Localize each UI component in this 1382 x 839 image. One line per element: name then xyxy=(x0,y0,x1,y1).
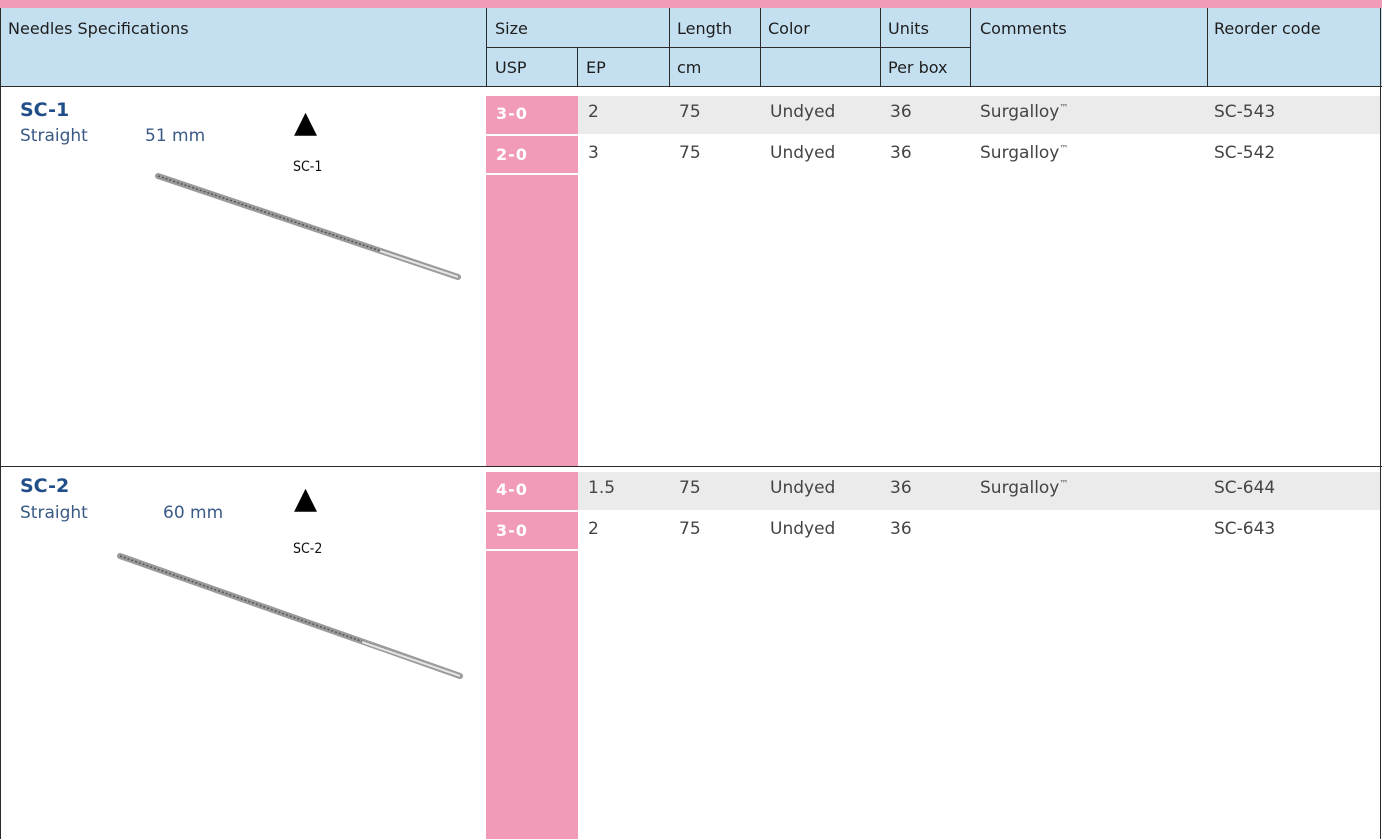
needle-shape: Straight xyxy=(20,126,88,146)
color-cell: Undyed xyxy=(770,519,836,539)
usp-cell-separator xyxy=(486,510,578,512)
ep-cell: 1.5 xyxy=(588,478,616,498)
units-cell: 36 xyxy=(890,478,912,498)
header-reorder-code: Reorder code xyxy=(1214,19,1321,38)
table-right-border xyxy=(1380,8,1381,839)
usp-cell-separator xyxy=(486,549,578,551)
table-left-border xyxy=(0,8,1,839)
header-bottom-border xyxy=(0,86,1382,87)
usp-cell: 3-0 xyxy=(496,521,528,540)
needle-size: 60 mm xyxy=(163,503,224,523)
reorder-code-cell: SC-543 xyxy=(1214,102,1276,122)
black-triangle-icon: ▲ xyxy=(294,105,318,140)
reorder-code-cell: SC-542 xyxy=(1214,143,1276,163)
usp-cell: 3-0 xyxy=(496,104,528,123)
comments-cell: Surgalloy™ xyxy=(980,143,1069,163)
reorder-code-cell: SC-643 xyxy=(1214,519,1276,539)
length-cell: 75 xyxy=(679,143,701,163)
reorder-code-cell: SC-644 xyxy=(1214,478,1276,498)
color-cell: Undyed xyxy=(770,102,836,122)
units-cell: 36 xyxy=(890,519,912,539)
straight-needle-icon xyxy=(117,553,463,679)
header-units-per-box: Per box xyxy=(888,58,948,77)
header-length-unit: cm xyxy=(677,58,702,77)
header-usp: USP xyxy=(495,58,527,77)
units-cell: 36 xyxy=(890,143,912,163)
length-cell: 75 xyxy=(679,478,701,498)
needle-size: 51 mm xyxy=(145,126,206,146)
usp-cell: 2-0 xyxy=(496,145,528,164)
ep-cell: 2 xyxy=(588,519,599,539)
header-needles-specifications: Needles Specifications xyxy=(8,19,189,38)
top-accent-bar xyxy=(0,0,1382,8)
usp-cell-separator xyxy=(486,134,578,136)
header-ep: EP xyxy=(586,58,606,77)
length-cell: 75 xyxy=(679,102,701,122)
group-divider xyxy=(0,466,1382,467)
color-cell: Undyed xyxy=(770,143,836,163)
header-comments: Comments xyxy=(980,19,1067,38)
ep-cell: 2 xyxy=(588,102,599,122)
header-divider xyxy=(577,47,578,86)
ep-cell: 3 xyxy=(588,143,599,163)
header-size: Size xyxy=(495,19,528,38)
header-divider xyxy=(1207,8,1208,86)
header-length: Length xyxy=(677,19,733,38)
straight-needle-icon xyxy=(155,173,461,280)
needle-name: SC-2 xyxy=(20,475,70,497)
black-triangle-icon: ▲ xyxy=(294,481,318,516)
length-cell: 75 xyxy=(679,519,701,539)
header-color: Color xyxy=(768,19,810,38)
comments-cell: Surgalloy™ xyxy=(980,478,1069,498)
needle-shape: Straight xyxy=(20,503,88,523)
header-units: Units xyxy=(888,19,929,38)
needle-name: SC-1 xyxy=(20,99,70,121)
usp-cell-separator xyxy=(486,173,578,175)
needle-spec-table: Needles Specifications Size USP EP Lengt… xyxy=(0,0,1382,839)
usp-cell: 4-0 xyxy=(496,480,528,499)
color-cell: Undyed xyxy=(770,478,836,498)
header-subdivider xyxy=(486,47,971,48)
units-cell: 36 xyxy=(890,102,912,122)
comments-cell: Surgalloy™ xyxy=(980,102,1069,122)
